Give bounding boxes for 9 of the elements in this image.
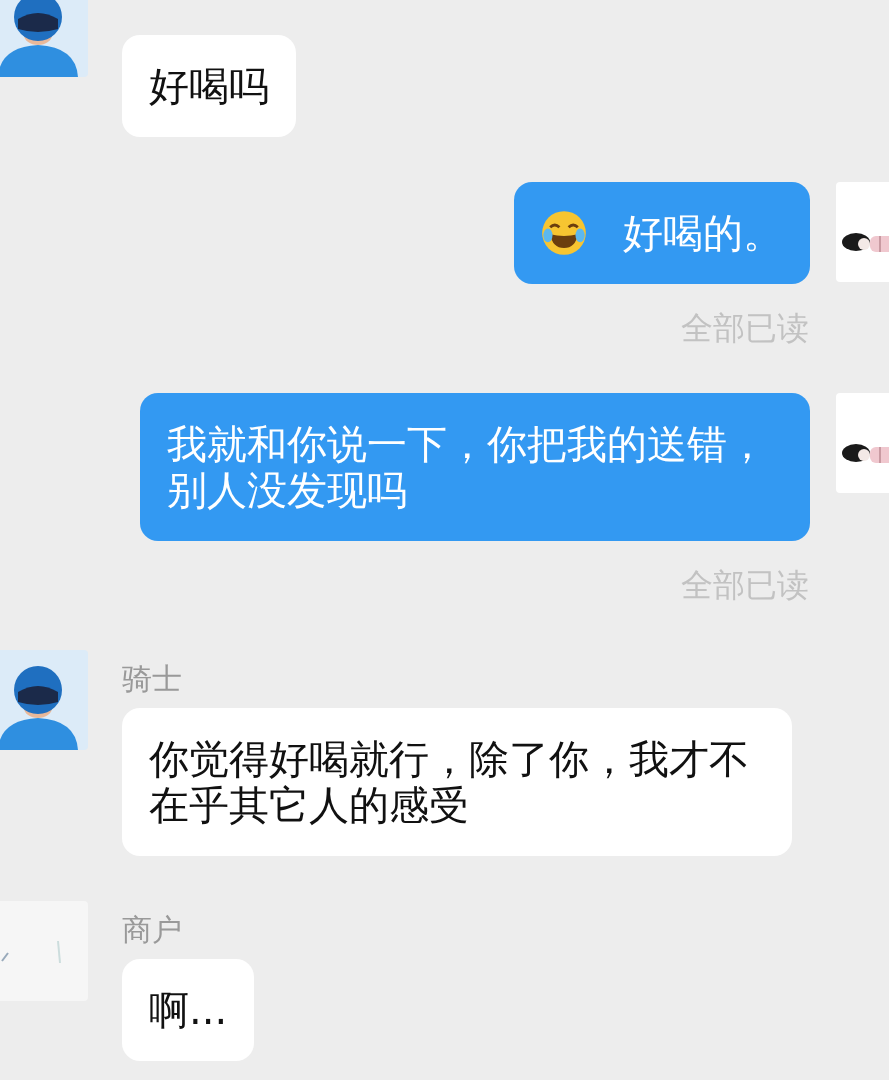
message-bubble: 我就和你说一下，你把我的送错，别人没发现吗 bbox=[140, 393, 810, 541]
message-bubble: 啊... bbox=[122, 959, 255, 1061]
sender-name: 骑士 bbox=[122, 659, 182, 698]
message-bubble: 你觉得好喝就行，除了你，我才不在乎其它人的感受 bbox=[122, 708, 792, 856]
rider-avatar-icon[interactable] bbox=[0, 650, 88, 750]
laughing-emoji-icon bbox=[541, 210, 587, 256]
message-bubble: 好喝吗 bbox=[122, 35, 296, 137]
sender-name: 商户 bbox=[122, 910, 182, 949]
message-bubble: 好喝的。 bbox=[514, 182, 810, 284]
